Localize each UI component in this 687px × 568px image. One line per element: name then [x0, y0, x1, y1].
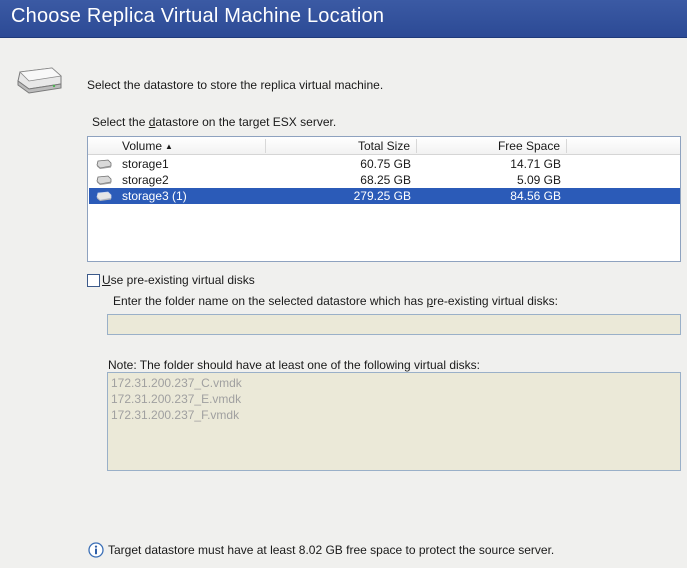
free-space-cell: 5.09 GB: [516, 173, 561, 187]
column-header-free-space[interactable]: Free Space: [418, 139, 560, 155]
column-header-volume[interactable]: Volume ▲: [122, 139, 173, 155]
column-divider[interactable]: [566, 139, 567, 153]
datastore-table[interactable]: Volume ▲ Total Size Free Space storage1 6…: [87, 136, 681, 262]
total-size-cell: 60.75 GB: [360, 157, 411, 171]
volume-cell: storage1: [122, 157, 169, 171]
volume-cell: storage2: [122, 173, 169, 187]
total-size-cell: 68.25 GB: [360, 173, 411, 187]
datastore-icon: [96, 191, 112, 201]
page-title: Choose Replica Virtual Machine Location: [11, 5, 385, 27]
column-header-total-size[interactable]: Total Size: [268, 139, 410, 155]
list-item: 172.31.200.237_E.vmdk: [111, 392, 242, 406]
use-existing-disks-label[interactable]: Use pre-existing virtual disks: [102, 273, 255, 287]
column-divider[interactable]: [265, 139, 266, 153]
free-space-cell: 14.71 GB: [510, 157, 561, 171]
free-space-cell: 84.56 GB: [510, 189, 561, 203]
total-size-cell: 279.25 GB: [353, 189, 411, 203]
datastore-label: Select the datastore on the target ESX s…: [92, 115, 337, 129]
hard-drive-icon: [17, 67, 62, 94]
column-divider[interactable]: [416, 139, 417, 153]
table-row[interactable]: storage2 68.25 GB 5.09 GB: [89, 172, 680, 188]
virtual-disk-list: 172.31.200.237_C.vmdk 172.31.200.237_E.v…: [107, 372, 681, 471]
datastore-icon: [96, 159, 112, 169]
table-row-selected[interactable]: storage3 (1) 279.25 GB 84.56 GB: [89, 188, 680, 204]
folder-name-input[interactable]: [107, 314, 681, 335]
list-item: 172.31.200.237_C.vmdk: [111, 376, 242, 390]
table-row[interactable]: storage1 60.75 GB 14.71 GB: [89, 156, 680, 172]
note-label: Note: The folder should have at least on…: [108, 358, 480, 372]
wizard-header: Choose Replica Virtual Machine Location: [0, 0, 687, 38]
datastore-icon: [96, 175, 112, 185]
sort-ascending-icon: ▲: [165, 142, 173, 151]
list-item: 172.31.200.237_F.vmdk: [111, 408, 240, 422]
volume-cell: storage3 (1): [122, 189, 187, 203]
free-space-requirement-text: Target datastore must have at least 8.02…: [108, 543, 555, 557]
intro-text: Select the datastore to store the replic…: [87, 78, 384, 92]
folder-name-label: Enter the folder name on the selected da…: [113, 294, 558, 308]
info-icon: [88, 542, 104, 558]
table-header: Volume ▲ Total Size Free Space: [88, 137, 680, 155]
use-existing-disks-checkbox[interactable]: [87, 274, 100, 287]
